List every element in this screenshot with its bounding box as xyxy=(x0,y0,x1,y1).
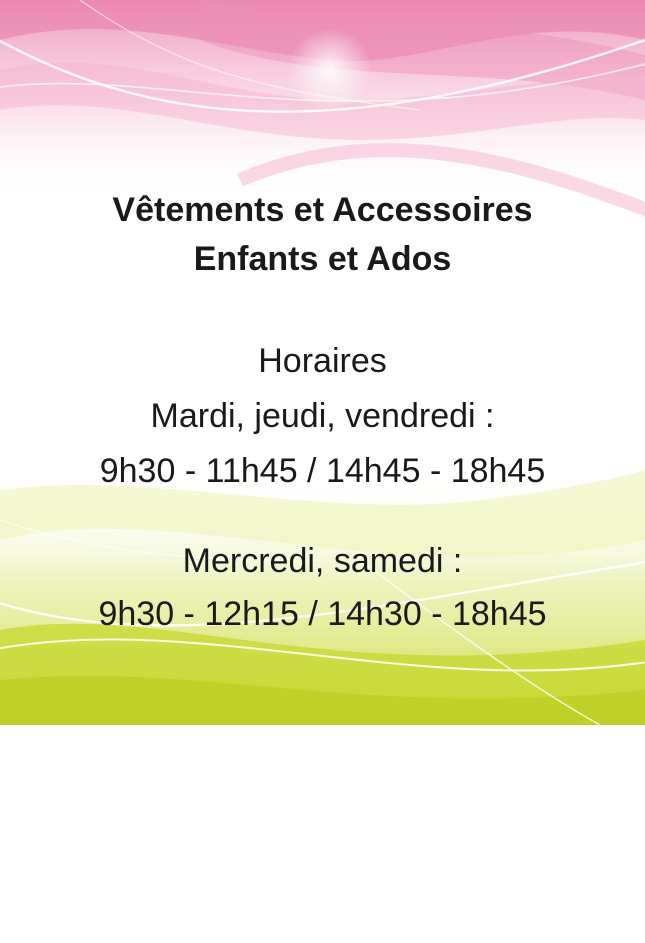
hours-group-2: 9h30 - 12h15 / 14h30 - 18h45 xyxy=(98,595,547,633)
flyer-page: Vêtements et Accessoires Enfants et Ados… xyxy=(0,0,645,943)
opening-hours-block-2: Mercredi, samedi : 9h30 - 12h15 / 14h30 … xyxy=(0,535,645,641)
hours-group-1: 9h30 - 11h45 / 14h45 - 18h45 xyxy=(99,452,546,490)
weekday-group-2: Mercredi, samedi : xyxy=(182,542,463,580)
weekday-group-1: Mardi, jeudi, vendredi : xyxy=(150,397,495,435)
hours-heading: Horaires xyxy=(258,342,387,380)
opening-hours-block-1: Horaires Mardi, jeudi, vendredi : 9h30 -… xyxy=(0,334,645,499)
title-line-1: Vêtements et Accessoires xyxy=(112,191,533,229)
flyer-card: Vêtements et Accessoires Enfants et Ados… xyxy=(0,0,645,725)
shop-title: Vêtements et Accessoires Enfants et Ados xyxy=(0,186,645,284)
title-line-2: Enfants et Ados xyxy=(193,240,452,278)
